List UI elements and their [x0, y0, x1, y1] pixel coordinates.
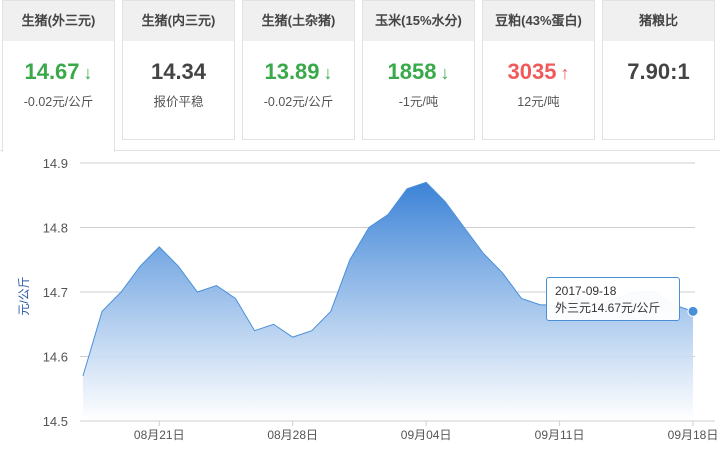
card-value: 14.67 [24, 59, 80, 84]
price-card-4[interactable]: 豆粕(43%蛋白) 3035 ↑ 12元/吨 [482, 0, 595, 140]
card-title: 生猪(土杂猪) [243, 1, 354, 41]
chart-tooltip: 2017-09-18 外三元14.67元/公斤 [546, 277, 680, 321]
card-value-row: 3035 ↑ [483, 57, 594, 87]
price-card-2[interactable]: 生猪(土杂猪) 13.89 ↓ -0.02元/公斤 [242, 0, 355, 140]
card-value-row: 14.67 ↓ [3, 57, 114, 87]
y-tick-label: 14.7 [43, 285, 68, 300]
card-title: 生猪(内三元) [123, 1, 234, 41]
card-value-row: 7.90:1 [603, 57, 714, 87]
card-value: 3035 [507, 59, 557, 84]
arrow-up-icon: ↑ [560, 63, 570, 83]
card-change: 报价平稳 [153, 95, 204, 109]
card-change: 12元/吨 [517, 95, 560, 109]
card-value: 1858 [387, 59, 437, 84]
price-card-5[interactable]: 猪粮比 7.90:1 [602, 0, 715, 140]
x-tick-label: 09月18日 [668, 428, 719, 442]
arrow-down-icon: ↓ [323, 63, 333, 83]
arrow-down-icon: ↓ [83, 63, 93, 83]
price-card-3[interactable]: 玉米(15%水分) 1858 ↓ -1元/吨 [362, 0, 475, 140]
arrow-down-icon: ↓ [440, 63, 450, 83]
y-tick-label: 14.5 [43, 414, 68, 429]
y-tick-label: 14.8 [43, 221, 68, 236]
card-value: 14.34 [150, 59, 207, 84]
card-value: 13.89 [264, 59, 320, 84]
card-change: -0.02元/公斤 [23, 95, 94, 109]
price-card-1[interactable]: 生猪(内三元) 14.34 报价平稳 [122, 0, 235, 140]
card-title: 生猪(外三元) [3, 1, 114, 41]
card-change: -0.02元/公斤 [263, 95, 334, 109]
y-tick-label: 14.9 [43, 156, 68, 171]
card-title: 猪粮比 [603, 1, 714, 41]
card-value-row: 13.89 ↓ [243, 57, 354, 87]
price-cards: 生猪(外三元) 14.67 ↓ -0.02元/公斤 生猪(内三元) 14.34 报价平稳 生猪… [0, 0, 720, 152]
y-axis-label: 元/公斤 [17, 276, 31, 315]
tooltip-date: 2017-09-18 [555, 284, 617, 298]
card-change: -1元/吨 [398, 95, 439, 109]
card-value-row: 14.34 [123, 57, 234, 87]
card-title: 玉米(15%水分) [363, 1, 474, 41]
card-value-row: 1858 ↓ [363, 57, 474, 87]
x-tick-label: 09月04日 [401, 428, 452, 442]
data-point [687, 305, 699, 317]
price-card-0[interactable]: 生猪(外三元) 14.67 ↓ -0.02元/公斤 [2, 0, 115, 152]
x-tick-label: 08月21日 [134, 428, 185, 442]
x-tick-label: 09月11日 [535, 428, 585, 442]
tooltip-text: 外三元14.67元/公斤 [555, 301, 661, 315]
x-tick-label: 08月28日 [267, 428, 318, 442]
card-value: 7.90:1 [627, 59, 690, 84]
y-tick-label: 14.6 [43, 350, 68, 365]
card-title: 豆粕(43%蛋白) [483, 1, 594, 41]
